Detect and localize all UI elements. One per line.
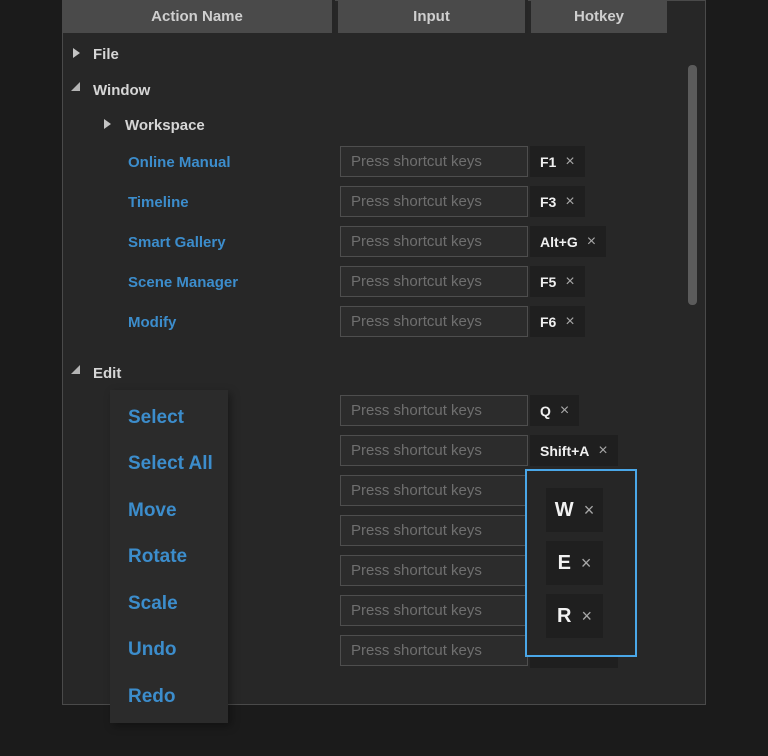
tree-item-workspace[interactable]: Workspace bbox=[125, 117, 205, 134]
shortcut-input-modify[interactable] bbox=[340, 306, 528, 337]
menu-item-rotate[interactable]: Rotate bbox=[128, 546, 187, 568]
column-header-input: Input bbox=[338, 0, 528, 33]
hotkey-badge-alt-g: Alt+G× bbox=[530, 226, 606, 257]
tree-item-edit[interactable]: Edit bbox=[93, 365, 121, 382]
menu-item-scale[interactable]: Scale bbox=[128, 593, 178, 615]
remove-hotkey-icon[interactable]: × bbox=[560, 402, 569, 420]
tree-item-window[interactable]: Window bbox=[93, 82, 150, 99]
action-name-smart-gallery: Smart Gallery bbox=[128, 234, 226, 251]
menu-item-select[interactable]: Select bbox=[128, 407, 184, 429]
hotkey-badge-q: Q× bbox=[530, 395, 579, 426]
shortcut-input-redo[interactable] bbox=[340, 635, 528, 666]
window-expander-icon[interactable] bbox=[71, 82, 80, 91]
hotkey-badge-r: R× bbox=[546, 594, 603, 638]
edit-actions-overlay-menu: Select Select All Move Rotate Scale Undo… bbox=[110, 390, 228, 723]
remove-hotkey-icon[interactable]: × bbox=[565, 273, 574, 291]
remove-hotkey-icon[interactable]: × bbox=[565, 193, 574, 211]
file-expander-icon[interactable] bbox=[73, 48, 80, 58]
hotkey-badge-f3: F3× bbox=[530, 186, 585, 217]
remove-hotkey-icon[interactable]: × bbox=[584, 500, 595, 521]
remove-hotkey-icon[interactable]: × bbox=[581, 606, 592, 627]
remove-hotkey-icon[interactable]: × bbox=[587, 233, 596, 251]
hotkey-badge-f5: F5× bbox=[530, 266, 585, 297]
shortcut-input-select-all[interactable] bbox=[340, 435, 528, 466]
shortcut-input-scene-manager[interactable] bbox=[340, 266, 528, 297]
workspace-expander-icon[interactable] bbox=[104, 119, 111, 129]
shortcut-input-scale[interactable] bbox=[340, 555, 528, 586]
column-header-hotkey: Hotkey bbox=[531, 0, 667, 33]
action-name-timeline: Timeline bbox=[128, 194, 189, 211]
remove-hotkey-icon[interactable]: × bbox=[581, 553, 592, 574]
shortcut-input-smart-gallery[interactable] bbox=[340, 226, 528, 257]
edit-expander-icon[interactable] bbox=[71, 365, 80, 374]
menu-item-undo[interactable]: Undo bbox=[128, 639, 177, 661]
action-name-online-manual: Online Manual bbox=[128, 154, 231, 171]
shortcut-input-undo[interactable] bbox=[340, 595, 528, 626]
shortcut-input-timeline[interactable] bbox=[340, 186, 528, 217]
remove-hotkey-icon[interactable]: × bbox=[565, 313, 574, 331]
hotkey-badge-shift-a: Shift+A× bbox=[530, 435, 618, 466]
tree-item-file[interactable]: File bbox=[93, 46, 119, 63]
shortcut-input-move[interactable] bbox=[340, 475, 528, 506]
menu-item-move[interactable]: Move bbox=[128, 500, 177, 522]
shortcut-input-select[interactable] bbox=[340, 395, 528, 426]
hotkey-highlight-callout: W× E× R× bbox=[525, 469, 637, 657]
menu-item-select-all[interactable]: Select All bbox=[128, 453, 213, 475]
hotkey-badge-f6: F6× bbox=[530, 306, 585, 337]
action-name-scene-manager: Scene Manager bbox=[128, 274, 238, 291]
hotkey-badge-w: W× bbox=[546, 488, 603, 532]
menu-item-redo[interactable]: Redo bbox=[128, 686, 176, 708]
vertical-scrollbar-thumb[interactable] bbox=[688, 65, 697, 305]
column-header-action-name: Action Name bbox=[62, 0, 335, 33]
remove-hotkey-icon[interactable]: × bbox=[565, 153, 574, 171]
shortcut-input-online-manual[interactable] bbox=[340, 146, 528, 177]
shortcut-input-rotate[interactable] bbox=[340, 515, 528, 546]
action-name-modify: Modify bbox=[128, 314, 176, 331]
remove-hotkey-icon[interactable]: × bbox=[598, 442, 607, 460]
hotkey-badge-f1: F1× bbox=[530, 146, 585, 177]
hotkey-badge-e: E× bbox=[546, 541, 603, 585]
